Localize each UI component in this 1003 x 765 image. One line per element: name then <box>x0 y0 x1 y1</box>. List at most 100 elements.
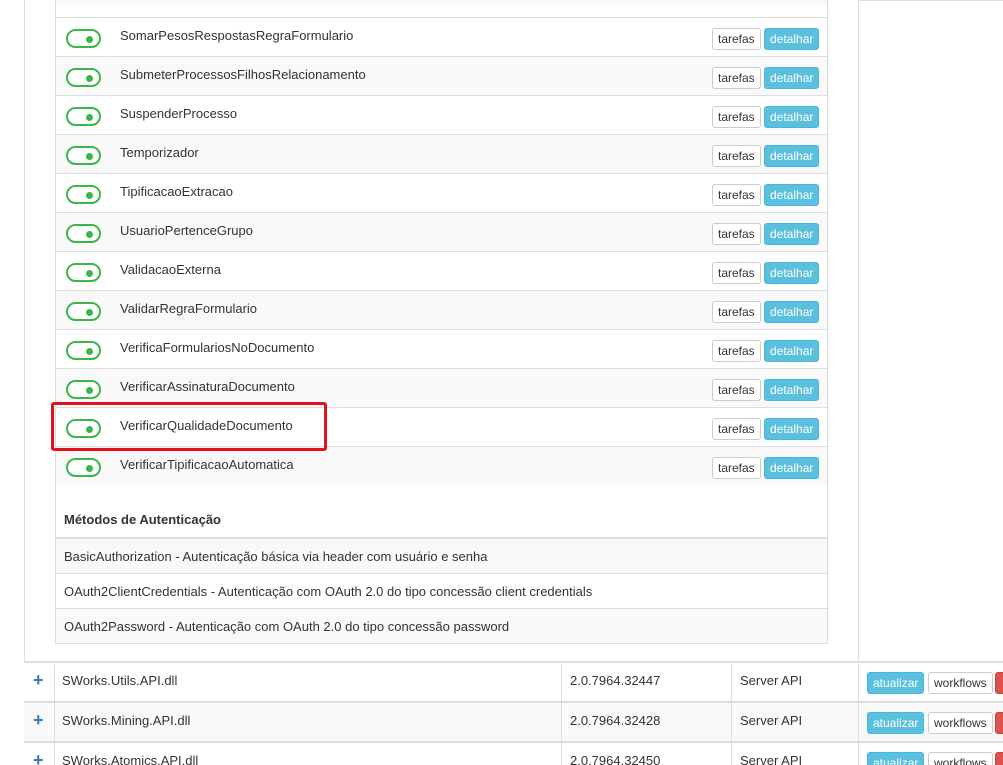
container-top-border <box>859 0 1003 1</box>
detalhar-button[interactable]: detalhar <box>764 106 820 128</box>
plugin-toggle[interactable] <box>66 419 101 438</box>
cell-divider <box>731 743 732 765</box>
detalhar-button[interactable]: detalhar <box>764 340 820 362</box>
cell-divider <box>858 703 859 743</box>
plugin-toggle[interactable] <box>66 302 101 321</box>
atualizar-button[interactable]: atualizar <box>867 672 925 694</box>
delete-button[interactable] <box>995 672 1003 694</box>
plugin-toggle[interactable] <box>66 458 101 477</box>
plugin-toggle[interactable] <box>66 29 101 48</box>
atualizar-button[interactable]: atualizar <box>867 752 925 765</box>
library-name: SWorks.Mining.API.dll <box>62 713 191 728</box>
cell-divider <box>54 663 55 703</box>
plugin-row: Temporizador tarefas detalhar <box>56 134 827 173</box>
plugin-toggle[interactable] <box>66 380 101 399</box>
tarefas-button[interactable]: tarefas <box>712 457 761 479</box>
cell-divider <box>561 703 562 743</box>
atualizar-button[interactable]: atualizar <box>867 712 925 734</box>
tarefas-button[interactable]: tarefas <box>712 262 761 284</box>
tarefas-button[interactable]: tarefas <box>712 28 761 50</box>
detalhar-button[interactable]: detalhar <box>764 67 820 89</box>
tarefas-button[interactable]: tarefas <box>712 379 761 401</box>
plugin-row: SomarPesosRespostasRegraFormulario tarefa… <box>56 17 827 56</box>
workflows-button[interactable]: workflows <box>928 752 993 765</box>
detalhar-button[interactable]: detalhar <box>764 184 820 206</box>
plugin-name: VerificarQualidadeDocumento <box>120 418 293 433</box>
cell-divider <box>561 663 562 703</box>
plugin-row: TipificacaoExtracao tarefas detalhar <box>56 173 827 212</box>
toggle-knob <box>86 114 93 121</box>
detalhar-button[interactable]: detalhar <box>764 301 820 323</box>
tarefas-button[interactable]: tarefas <box>712 301 761 323</box>
tarefas-button[interactable]: tarefas <box>712 67 761 89</box>
plugin-name: VerificarTipificacaoAutomatica <box>120 457 294 472</box>
detalhar-button[interactable]: detalhar <box>764 145 820 167</box>
tarefas-button[interactable]: tarefas <box>712 145 761 167</box>
expand-plus-icon[interactable]: + <box>33 751 44 765</box>
plugin-name: SubmeterProcessosFilhosRelacionamento <box>120 67 366 82</box>
plugin-row: VerificarTipificacaoAutomatica tarefas det… <box>56 446 827 485</box>
delete-button[interactable] <box>995 752 1003 765</box>
plugin-toggle[interactable] <box>66 224 101 243</box>
detalhar-button[interactable]: detalhar <box>764 262 820 284</box>
cell-divider <box>54 703 55 743</box>
auth-methods-title: Métodos de Autenticação <box>64 512 221 527</box>
expand-plus-icon[interactable]: + <box>33 671 44 689</box>
cell-divider <box>731 663 732 703</box>
cell-divider <box>858 663 859 703</box>
plugin-name: Temporizador <box>120 145 199 160</box>
plugin-toggle[interactable] <box>66 146 101 165</box>
plugin-toggle[interactable] <box>66 68 101 87</box>
plugin-name: ValidarRegraFormulario <box>120 301 258 316</box>
plugin-toggle[interactable] <box>66 263 101 282</box>
plugin-toggle[interactable] <box>66 107 101 126</box>
plugin-row: VerificarQualidadeDocumento tarefas detalh… <box>56 407 827 446</box>
toggle-knob <box>86 465 93 472</box>
detalhar-button[interactable]: detalhar <box>764 223 820 245</box>
plugin-toggle[interactable] <box>66 341 101 360</box>
cell-divider <box>561 743 562 765</box>
library-type: Server API <box>740 673 803 688</box>
plugin-row: ValidarRegraFormulario tarefas detalhar <box>56 290 827 329</box>
toggle-knob <box>86 348 93 355</box>
library-name: SWorks.Utils.API.dll <box>62 673 178 688</box>
toggle-knob <box>86 426 93 433</box>
workflows-button[interactable]: workflows <box>928 712 993 734</box>
library-type: Server API <box>740 713 803 728</box>
plugin-row: SubmeterProcessosFilhosRelacionamento tar… <box>56 56 827 95</box>
auth-method-item: BasicAuthorization - Autenticação básica… <box>56 538 827 573</box>
plugin-row: VerificaFormulariosNoDocumento tarefas det… <box>56 329 827 368</box>
plugin-row: VerificarAssinaturaDocumento tarefas detal… <box>56 368 827 407</box>
auth-method-item: OAuth2Password - Autenticação com OAuth … <box>56 608 827 643</box>
detalhar-button[interactable]: detalhar <box>764 379 820 401</box>
detalhar-button[interactable]: detalhar <box>764 28 820 50</box>
tarefas-button[interactable]: tarefas <box>712 340 761 362</box>
toggle-knob <box>86 387 93 394</box>
plugin-row-partial: tarefas detalhar <box>56 0 827 5</box>
expand-plus-icon[interactable]: + <box>33 711 44 729</box>
library-version: 2.0.7964.32450 <box>570 753 661 765</box>
toggle-knob <box>86 231 93 238</box>
toggle-knob <box>86 36 93 43</box>
library-version: 2.0.7964.32447 <box>570 673 661 688</box>
detalhar-button[interactable]: detalhar <box>764 457 820 479</box>
plugin-name: ValidacaoExterna <box>120 262 221 277</box>
toggle-knob <box>86 192 93 199</box>
delete-button[interactable] <box>995 712 1003 734</box>
detalhar-button[interactable]: detalhar <box>764 418 820 440</box>
plugin-name: SuspenderProcesso <box>120 106 238 121</box>
plugin-name: VerificarAssinaturaDocumento <box>120 379 295 394</box>
workflows-button[interactable]: workflows <box>928 672 993 694</box>
plugin-name: SomarPesosRespostasRegraFormulario <box>120 28 354 43</box>
toggle-knob <box>86 270 93 277</box>
tarefas-button[interactable]: tarefas <box>712 106 761 128</box>
tarefas-button[interactable]: tarefas <box>712 223 761 245</box>
cell-divider <box>54 743 55 765</box>
library-type: Server API <box>740 753 803 765</box>
library-row: + SWorks.Atomics.API.dll 2.0.7964.32450 Ser… <box>24 741 1003 765</box>
library-version: 2.0.7964.32428 <box>570 713 661 728</box>
tarefas-button[interactable]: tarefas <box>712 418 761 440</box>
plugin-toggle[interactable] <box>66 185 101 204</box>
library-name: SWorks.Atomics.API.dll <box>62 753 199 765</box>
tarefas-button[interactable]: tarefas <box>712 184 761 206</box>
